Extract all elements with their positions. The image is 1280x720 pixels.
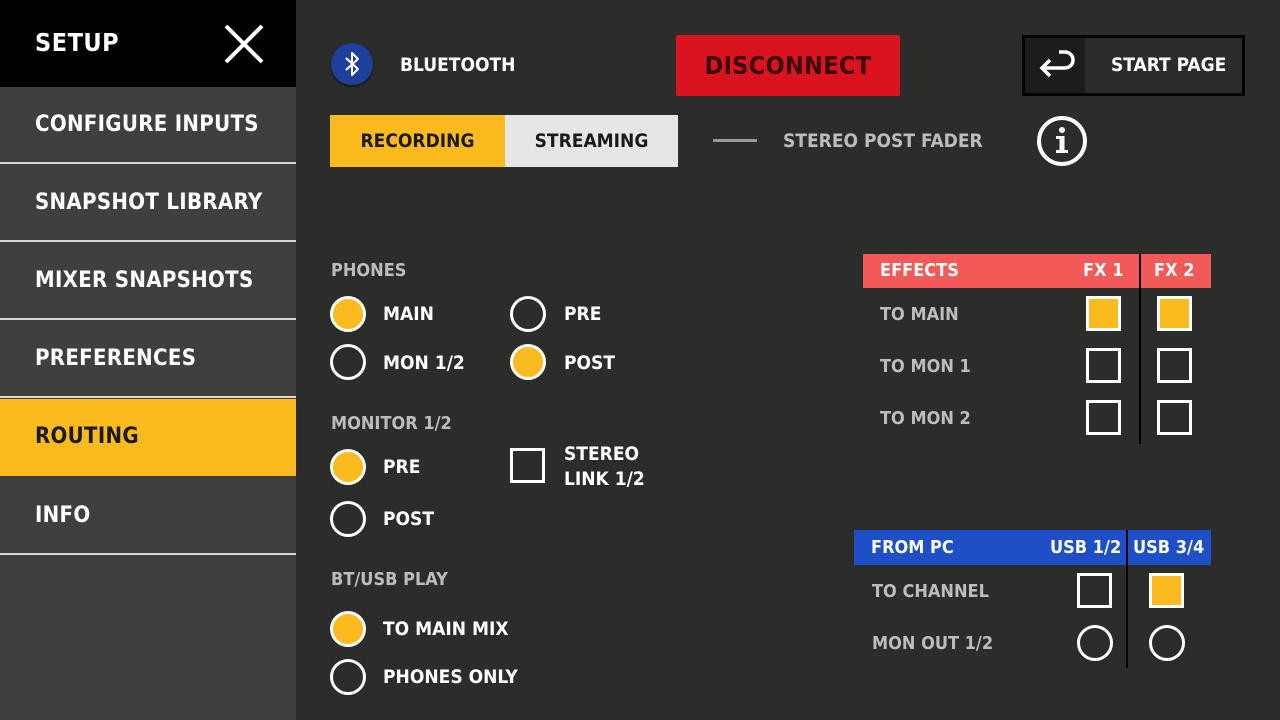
from-pc-row-label: MON OUT 1/2 xyxy=(872,633,994,654)
bluetooth-button[interactable] xyxy=(331,43,373,85)
to-main-fx2-checkbox[interactable] xyxy=(1157,296,1192,331)
usb12-column-label: USB 1/2 xyxy=(1050,537,1122,558)
effects-row-label: TO MON 2 xyxy=(880,408,971,429)
sidebar-item-snapshot-library[interactable]: SNAPSHOT LIBRARY xyxy=(0,165,296,242)
phones-post-label: POST xyxy=(564,352,616,374)
sidebar-title: SETUP xyxy=(35,28,120,57)
from-pc-header-label: FROM PC xyxy=(871,537,954,558)
stereo-link-label: STEREO LINK 1/2 xyxy=(564,442,645,492)
fx1-column-label: FX 1 xyxy=(1083,260,1124,281)
to-channel-usb34-checkbox[interactable] xyxy=(1149,573,1184,608)
disconnect-label: DISCONNECT xyxy=(704,51,872,80)
from-pc-row-label: TO CHANNEL xyxy=(872,581,989,602)
stereo-link-line1: STEREO xyxy=(564,443,640,465)
phones-mon12-radio[interactable] xyxy=(330,344,366,380)
sidebar-item-configure-inputs[interactable]: CONFIGURE INPUTS xyxy=(0,87,296,164)
to-channel-usb12-checkbox[interactable] xyxy=(1077,573,1112,608)
stereo-link-checkbox[interactable] xyxy=(510,448,545,483)
sidebar-item-label: CONFIGURE INPUTS xyxy=(35,112,259,137)
from-pc-column-divider xyxy=(1126,530,1128,668)
mon-out-usb34-radio[interactable] xyxy=(1149,625,1185,661)
to-mon2-fx2-checkbox[interactable] xyxy=(1157,400,1192,435)
sidebar-item-label: PREFERENCES xyxy=(35,346,197,371)
sidebar-item-label: MIXER SNAPSHOTS xyxy=(35,268,254,293)
stereo-link-line2: LINK 1/2 xyxy=(564,468,645,490)
monitor-post-radio[interactable] xyxy=(330,501,366,537)
effects-column-divider xyxy=(1139,254,1141,444)
info-button[interactable] xyxy=(1035,114,1089,168)
bluetooth-label: BLUETOOTH xyxy=(400,54,516,76)
phones-main-radio[interactable] xyxy=(330,296,366,332)
tab-streaming[interactable]: STREAMING xyxy=(505,115,678,167)
sidebar-item-label: SNAPSHOT LIBRARY xyxy=(35,190,263,215)
disconnect-button[interactable]: DISCONNECT xyxy=(676,35,900,96)
start-page-label: START PAGE xyxy=(1111,54,1227,76)
effects-header-label: EFFECTS xyxy=(880,260,959,281)
sidebar: SETUP CONFIGURE INPUTS SNAPSHOT LIBRARY … xyxy=(0,0,296,720)
from-pc-header: FROM PC USB 1/2 USB 3/4 xyxy=(854,530,1211,565)
effects-row-label: TO MAIN xyxy=(880,304,959,325)
to-main-fx1-checkbox[interactable] xyxy=(1086,296,1121,331)
stereo-post-fader-line xyxy=(713,139,757,142)
sidebar-item-info[interactable]: INFO xyxy=(0,478,296,555)
info-icon xyxy=(1037,116,1087,166)
to-mon2-fx1-checkbox[interactable] xyxy=(1086,400,1121,435)
phones-pre-radio[interactable] xyxy=(510,296,546,332)
to-main-mix-radio[interactable] xyxy=(330,611,366,647)
phones-title: PHONES xyxy=(331,260,407,281)
sidebar-item-mixer-snapshots[interactable]: MIXER SNAPSHOTS xyxy=(0,243,296,320)
return-icon-box xyxy=(1025,38,1085,93)
phones-main-label: MAIN xyxy=(383,303,434,325)
phones-post-radio[interactable] xyxy=(510,344,546,380)
bluetooth-icon xyxy=(345,52,359,76)
effects-row-label: TO MON 1 xyxy=(880,356,971,377)
btusb-title: BT/USB PLAY xyxy=(331,569,448,590)
phones-only-label: PHONES ONLY xyxy=(383,666,518,688)
effects-header: EFFECTS FX 1 FX 2 xyxy=(863,254,1211,288)
to-mon1-fx1-checkbox[interactable] xyxy=(1086,348,1121,383)
sidebar-item-preferences[interactable]: PREFERENCES xyxy=(0,321,296,398)
close-icon xyxy=(224,24,264,64)
sidebar-item-label: ROUTING xyxy=(35,424,139,449)
mon-out-usb12-radio[interactable] xyxy=(1077,625,1113,661)
to-main-mix-label: TO MAIN MIX xyxy=(383,618,509,640)
close-button[interactable] xyxy=(222,22,266,66)
phones-only-radio[interactable] xyxy=(330,659,366,695)
fx2-column-label: FX 2 xyxy=(1154,260,1195,281)
return-arrow-icon xyxy=(1039,50,1075,78)
monitor-title: MONITOR 1/2 xyxy=(331,413,452,434)
monitor-pre-label: PRE xyxy=(383,456,421,478)
sidebar-item-label: INFO xyxy=(35,503,91,528)
phones-mon12-label: MON 1/2 xyxy=(383,352,465,374)
tab-recording[interactable]: RECORDING xyxy=(330,115,505,167)
sidebar-header: SETUP xyxy=(0,0,296,87)
sidebar-item-routing[interactable]: ROUTING xyxy=(0,399,296,476)
monitor-post-label: POST xyxy=(383,508,435,530)
monitor-pre-radio[interactable] xyxy=(330,449,366,485)
to-mon1-fx2-checkbox[interactable] xyxy=(1157,348,1192,383)
stereo-post-fader-label: STEREO POST FADER xyxy=(783,130,983,152)
phones-pre-label: PRE xyxy=(564,303,602,325)
usb34-column-label: USB 3/4 xyxy=(1133,537,1205,558)
start-page-button[interactable]: START PAGE xyxy=(1022,35,1245,96)
